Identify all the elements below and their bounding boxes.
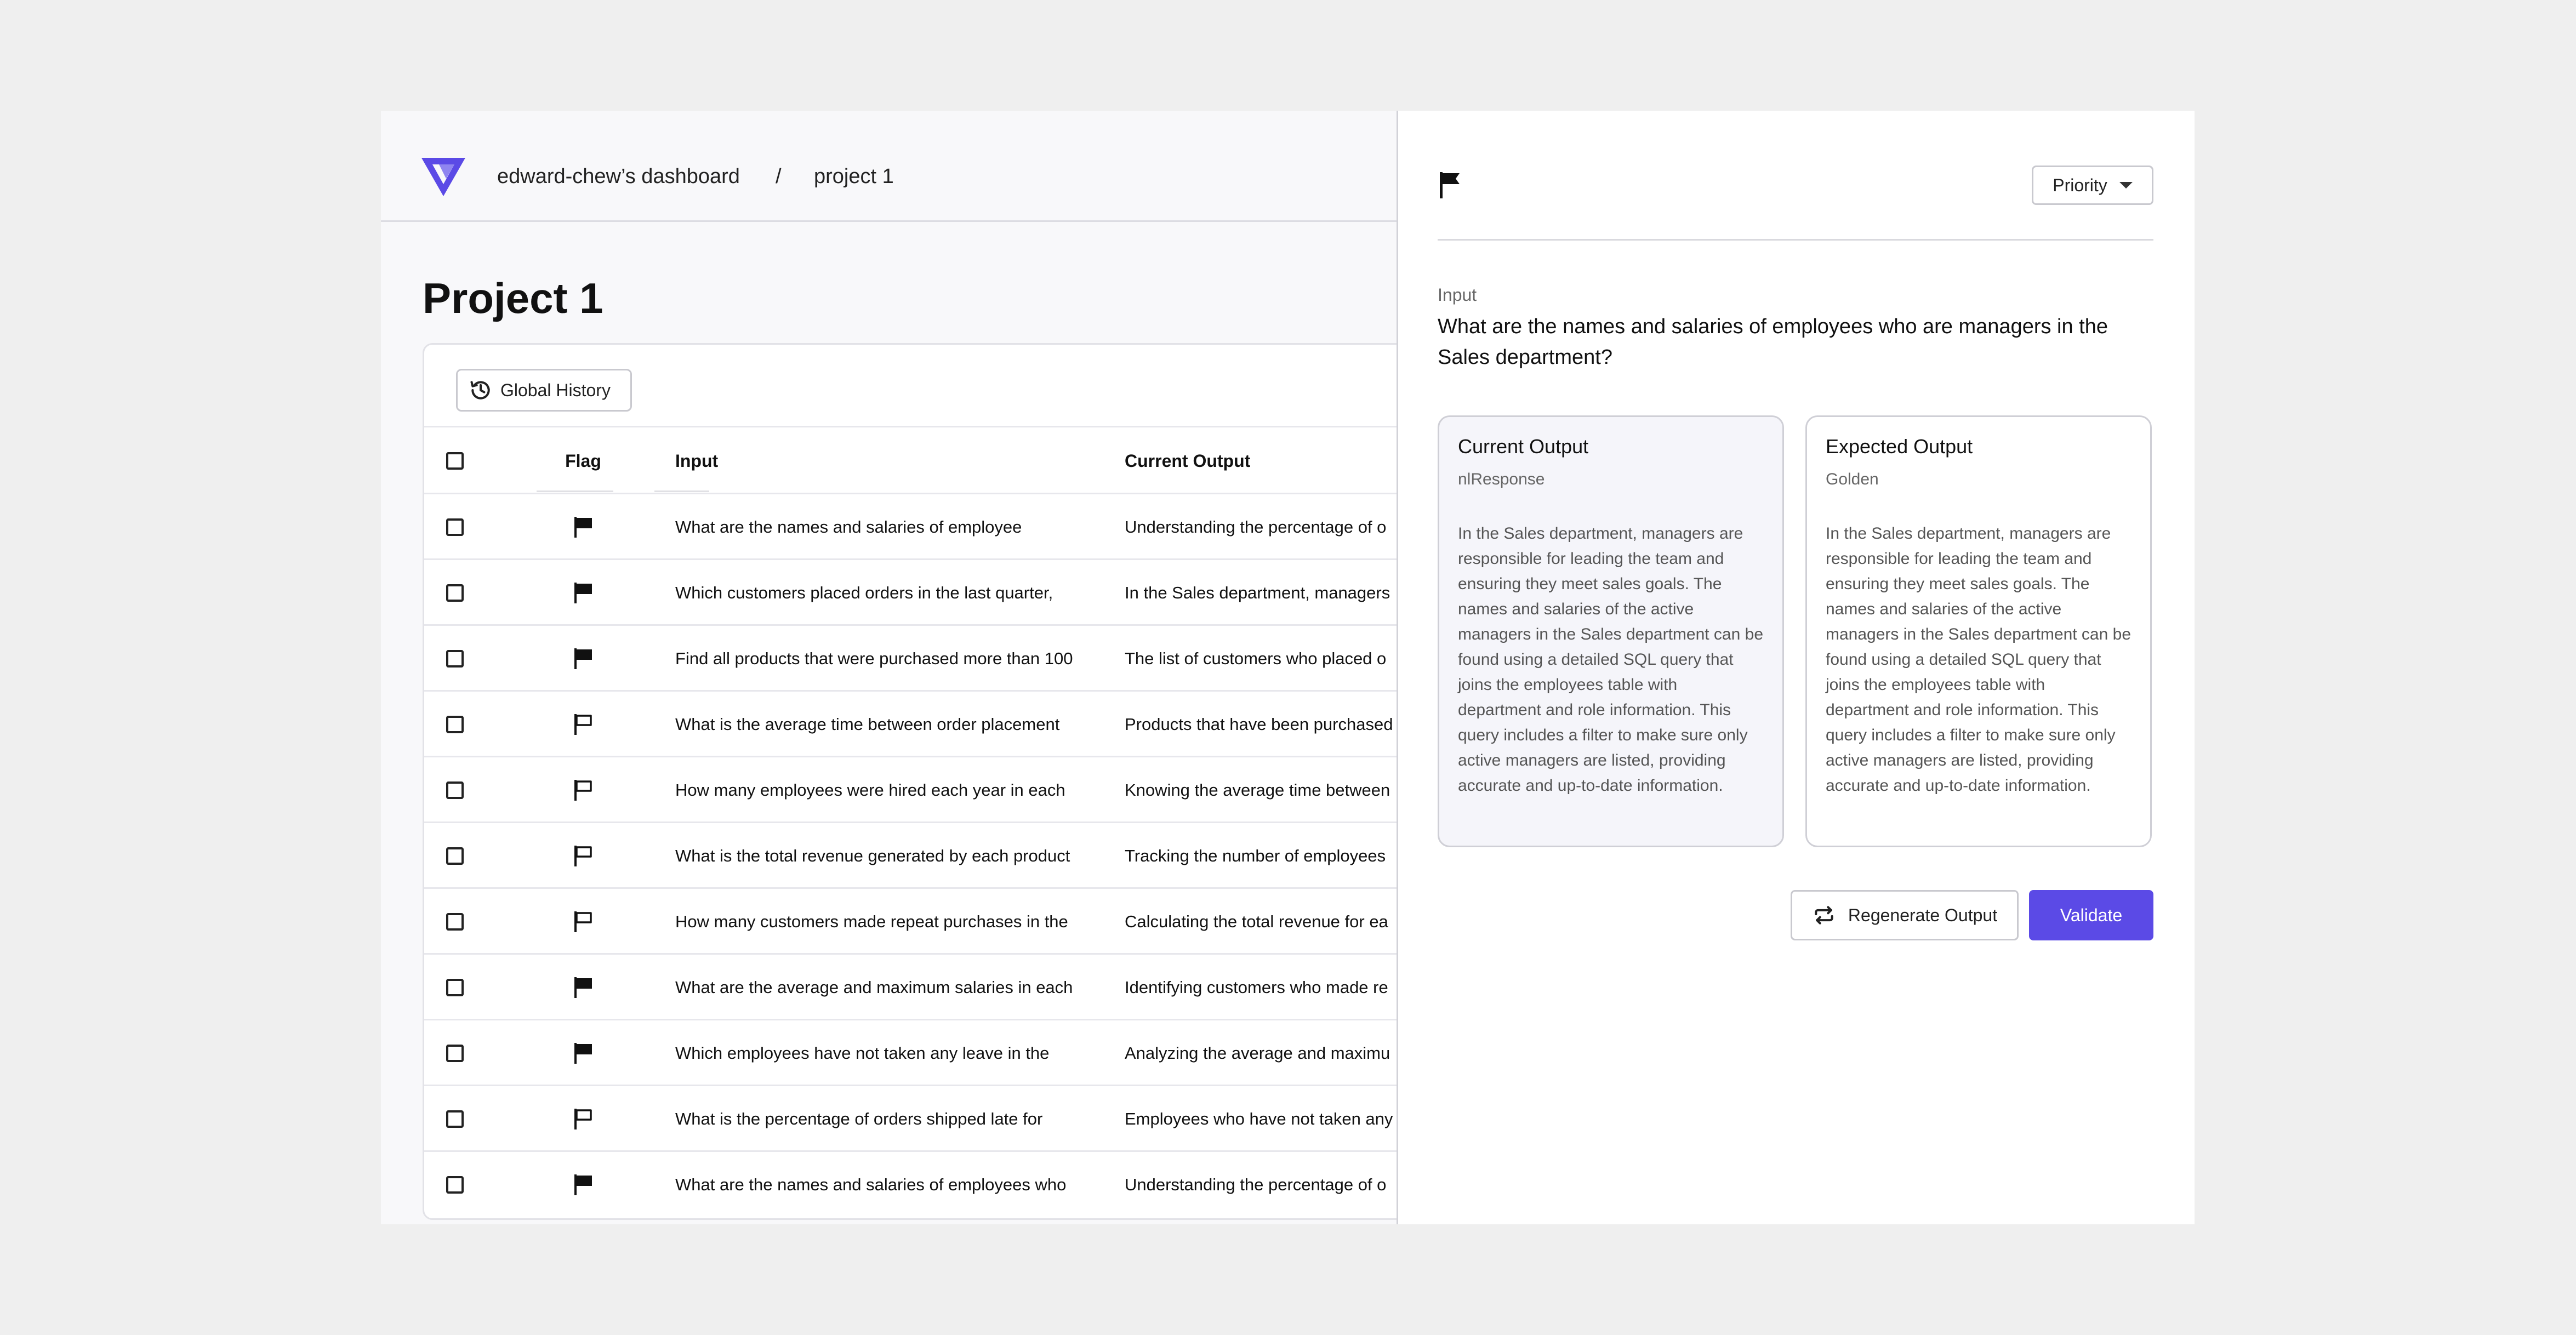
flag-filled-icon[interactable] [571,581,595,605]
table-row[interactable]: What is the average time between order p… [424,690,1466,757]
breadcrumb-separator: / [776,165,782,188]
row-checkbox[interactable] [446,781,464,799]
row-input-text: Find all products that were purchased mo… [675,649,1073,668]
flag-filled-icon[interactable] [571,975,595,1000]
current-output-title: Current Output [1458,435,1589,458]
row-checkbox[interactable] [446,913,464,931]
table-row[interactable]: What are the average and maximum salarie… [424,953,1466,1020]
flag-outline-icon[interactable] [571,712,595,737]
select-all-checkbox[interactable] [446,452,464,470]
row-checkbox[interactable] [446,1045,464,1062]
flag-outline-icon[interactable] [571,844,595,868]
global-history-button[interactable]: Global History [456,369,632,412]
history-icon [470,381,490,400]
row-input-text: What is the total revenue generated by e… [675,846,1070,865]
row-input-text: What are the average and maximum salarie… [675,978,1073,997]
flag-filled-icon[interactable] [571,515,595,539]
priority-dropdown[interactable]: Priority [2032,166,2153,205]
expected-output-text[interactable]: In the Sales department, managers are re… [1826,521,2132,798]
flag-outline-icon[interactable] [571,1107,595,1131]
logo-icon[interactable] [420,157,466,197]
expected-output-title: Expected Output [1826,435,1973,458]
row-checkbox[interactable] [446,584,464,602]
column-header-input[interactable]: Input [675,427,1103,494]
current-output-source: nlResponse [1458,470,1545,488]
test-cases-table: Global History Flag Input Current Output… [423,343,1467,1220]
current-output-card: Current Output nlResponse In the Sales d… [1438,415,1784,847]
regenerate-output-button[interactable]: Regenerate Output [1791,890,2019,940]
row-input-text: What is the average time between order p… [675,715,1060,734]
table-row[interactable]: How many employees were hired each year … [424,756,1466,823]
input-label: Input [1438,285,1477,305]
table-row[interactable]: How many customers made repeat purchases… [424,887,1466,955]
page-title: Project 1 [423,274,603,322]
row-input-text: Which employees have not taken any leave… [675,1043,1050,1063]
regenerate-output-label: Regenerate Output [1848,905,1998,925]
repeat-icon [1815,906,1833,925]
row-input-text: How many customers made repeat purchases… [675,912,1068,931]
panel-divider [1438,239,2153,241]
priority-label: Priority [2053,175,2107,195]
row-input-text: Which customers placed orders in the las… [675,583,1053,602]
caret-down-icon [2119,182,2133,189]
flag-filled-icon[interactable] [571,647,595,671]
row-checkbox[interactable] [446,979,464,996]
flag-filled-icon[interactable] [1438,171,1462,199]
table-row[interactable]: Which employees have not taken any leave… [424,1019,1466,1086]
flag-outline-icon[interactable] [571,910,595,934]
flag-filled-icon[interactable] [571,1041,595,1065]
detail-panel: Priority Input What are the names and sa… [1397,111,2195,1224]
row-input-text: How many employees were hired each year … [675,780,1065,800]
row-input-text: What are the names and salaries of emplo… [675,1175,1067,1194]
table-row[interactable]: Find all products that were purchased mo… [424,624,1466,692]
flag-filled-icon[interactable] [571,1173,595,1197]
input-question: What are the names and salaries of emplo… [1438,315,2108,369]
table-row[interactable]: What is the percentage of orders shipped… [424,1085,1466,1152]
top-bar: edward-chew’s dashboard / project 1 [381,111,1399,222]
global-history-label: Global History [500,380,611,400]
current-output-text: In the Sales department, managers are re… [1458,524,1764,795]
row-checkbox[interactable] [446,847,464,865]
column-header-flag[interactable]: Flag [561,427,605,494]
row-checkbox[interactable] [446,716,464,733]
input-column-divider [654,490,709,492]
flag-outline-icon[interactable] [571,778,595,802]
table-row[interactable]: Which customers placed orders in the las… [424,558,1466,626]
table-row[interactable]: What is the total revenue generated by e… [424,821,1466,889]
expected-output-card: Expected Output Golden In the Sales depa… [1805,415,2152,847]
row-input-text: What is the percentage of orders shipped… [675,1109,1043,1128]
validate-button[interactable]: Validate [2029,890,2153,940]
table-header-row: Flag Input Current Output [424,426,1466,494]
row-checkbox[interactable] [446,1176,464,1194]
breadcrumb-dashboard[interactable]: edward-chew’s dashboard [497,163,740,190]
row-input-text: What are the names and salaries of emplo… [675,517,1022,537]
row-checkbox[interactable] [446,1110,464,1128]
table-row[interactable]: What are the names and salaries of emplo… [424,493,1466,560]
expected-output-source: Golden [1826,470,1879,488]
row-checkbox[interactable] [446,518,464,536]
flag-column-divider [537,490,613,492]
row-checkbox[interactable] [446,650,464,668]
breadcrumb-project[interactable]: project 1 [814,163,894,190]
table-row[interactable]: What are the names and salaries of emplo… [424,1150,1466,1218]
